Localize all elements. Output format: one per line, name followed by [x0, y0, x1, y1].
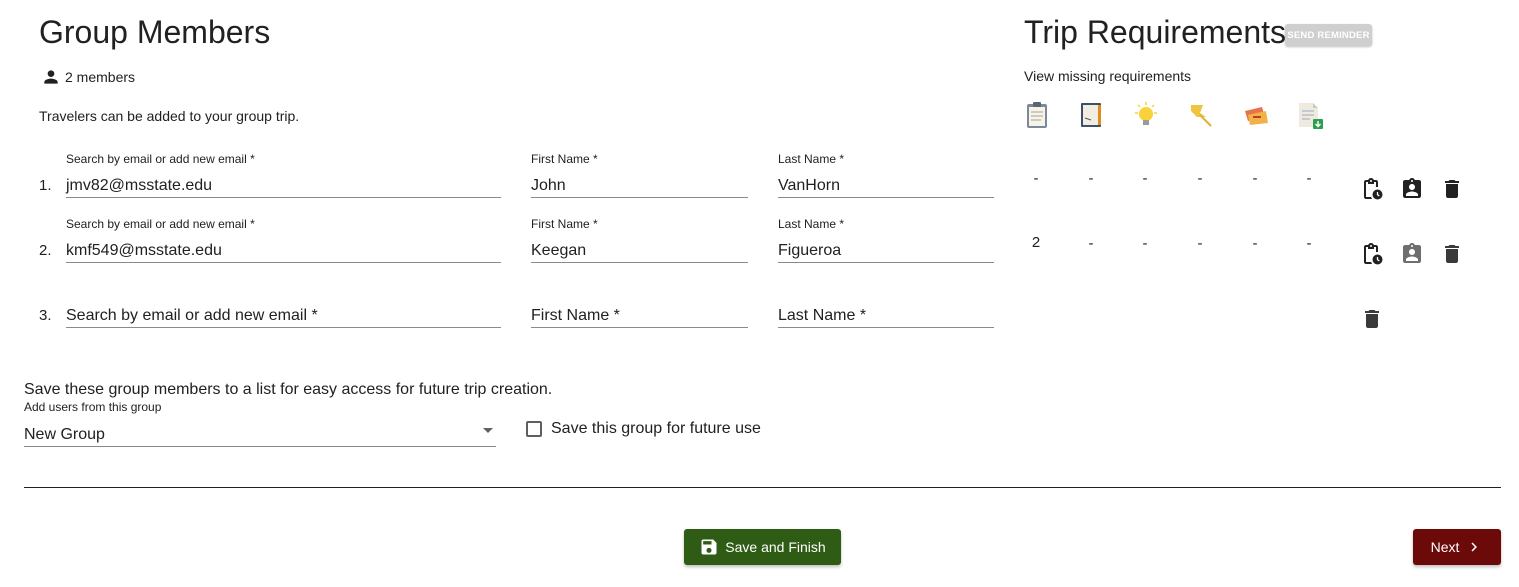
profile-card-icon[interactable] [1400, 177, 1424, 201]
last-name-field[interactable]: Last Name * VanHorn [778, 152, 994, 198]
requirement-value: - [1033, 170, 1039, 187]
save-and-finish-button[interactable]: Save and Finish [684, 529, 841, 565]
first-name-field[interactable]: First Name * Keegan [531, 217, 748, 263]
save-and-finish-label: Save and Finish [725, 539, 826, 555]
clipboard-clock-icon[interactable] [1360, 177, 1384, 201]
send-reminder-button[interactable]: SEND REMINDER [1285, 24, 1372, 46]
save-group-checkbox-label[interactable]: Save this group for future use [551, 420, 761, 438]
clipboard-clock-icon[interactable] [1360, 242, 1384, 266]
requirement-value: - [1142, 170, 1148, 187]
group-members-title: Group Members [39, 14, 271, 50]
email-field[interactable]: Search by email or add new email * [66, 282, 501, 328]
member-count: 2 members [41, 67, 135, 87]
ticket-icon [1245, 107, 1268, 125]
first-name-field[interactable]: First Name * [531, 282, 748, 328]
view-missing-requirements[interactable]: View missing requirements [1024, 68, 1191, 84]
email-field[interactable]: Search by email or add new email * jmv82… [66, 152, 501, 198]
save-icon [701, 539, 717, 555]
group-select-label: Add users from this group [24, 400, 162, 414]
last-name-field[interactable]: Last Name * Figueroa [778, 217, 994, 263]
row-number: 2. [39, 242, 52, 259]
group-select-value[interactable]: New Group [24, 423, 496, 447]
document-download-icon [1299, 103, 1323, 129]
last-name-label: Last Name * [778, 152, 845, 166]
trip-requirements-title: Trip Requirements [1024, 14, 1287, 50]
requirement-value: - [1142, 235, 1148, 252]
member-count-label: 2 members [65, 69, 136, 85]
email-field[interactable]: Search by email or add new email * kmf54… [66, 217, 501, 263]
last-name-placeholder[interactable]: Last Name * [778, 304, 994, 328]
last-name-value[interactable]: Figueroa [778, 239, 994, 263]
email-field-value[interactable]: jmv82@msstate.edu [66, 174, 501, 198]
row-number: 3. [39, 307, 52, 324]
delete-icon[interactable] [1360, 307, 1384, 331]
save-group-description: Save these group members to a list for e… [24, 381, 553, 398]
clipboard-icon [1027, 102, 1047, 128]
email-field-placeholder[interactable]: Search by email or add new email * [66, 304, 501, 328]
dropdown-arrow-icon[interactable] [483, 428, 493, 433]
last-name-field[interactable]: Last Name * [778, 282, 994, 328]
group-description: Travelers can be added to your group tri… [39, 108, 300, 124]
chevron-right-icon [1471, 542, 1478, 552]
delete-icon[interactable] [1440, 242, 1464, 266]
first-name-placeholder[interactable]: First Name * [531, 304, 748, 328]
first-name-value[interactable]: John [531, 174, 748, 198]
last-name-label: Last Name * [778, 217, 845, 231]
next-label: Next [1430, 539, 1460, 555]
requirement-value: - [1197, 235, 1203, 252]
group-select[interactable]: Add users from this group New Group [24, 400, 496, 447]
save-group-checkbox[interactable] [526, 421, 542, 437]
requirement-value: - [1252, 170, 1258, 187]
requirement-value: - [1197, 170, 1203, 187]
save-group-checkbox-row[interactable]: Save this group for future use [526, 420, 761, 438]
next-button[interactable]: Next [1413, 529, 1501, 565]
requirement-value: - [1088, 235, 1094, 252]
requirement-value: - [1252, 235, 1258, 252]
first-name-label: First Name * [531, 152, 598, 166]
last-name-value[interactable]: VanHorn [778, 174, 994, 198]
first-name-value[interactable]: Keegan [531, 239, 748, 263]
requirement-value: - [1088, 170, 1094, 187]
lightbulb-icon [1135, 102, 1157, 125]
email-field-label: Search by email or add new email * [66, 217, 255, 231]
divider [24, 487, 1501, 488]
email-field-value[interactable]: kmf549@msstate.edu [66, 239, 501, 263]
profile-card-icon[interactable] [1400, 242, 1424, 266]
person-icon [44, 70, 58, 84]
pushpin-icon [1191, 105, 1212, 127]
email-field-label: Search by email or add new email * [66, 152, 255, 166]
first-name-field[interactable]: First Name * John [531, 152, 748, 198]
first-name-label: First Name * [531, 217, 598, 231]
notebook-icon [1081, 103, 1101, 127]
delete-icon[interactable] [1440, 177, 1464, 201]
row-number: 1. [39, 177, 52, 194]
requirement-value: 2 [1031, 234, 1041, 251]
requirement-value: - [1306, 235, 1312, 252]
requirement-value: - [1306, 170, 1312, 187]
